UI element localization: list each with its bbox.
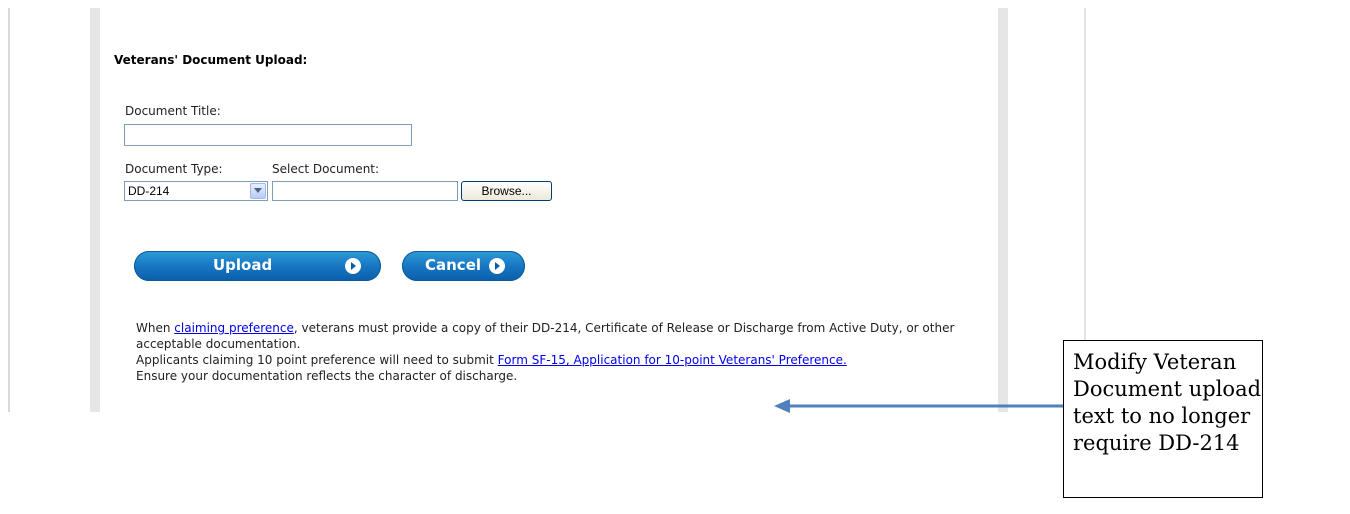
annotation-note: Modify Veteran Document upload text to n… [1063,340,1263,498]
